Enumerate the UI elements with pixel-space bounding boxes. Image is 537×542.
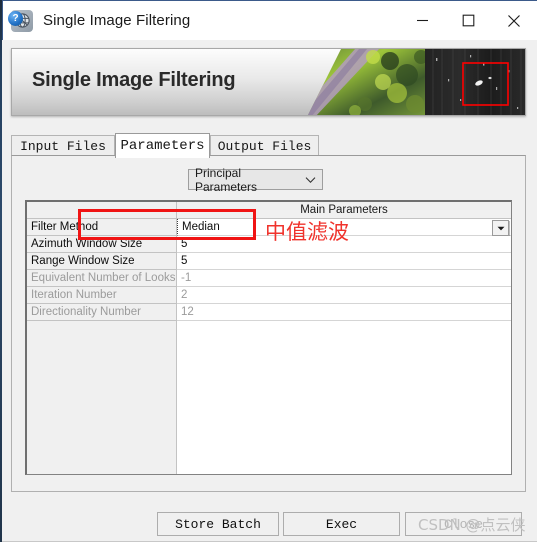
param-name-equivalent-number-of-looks: Equivalent Number of Looks xyxy=(27,270,177,287)
tab-label: Input Files xyxy=(20,138,106,154)
param-value-iteration-number: 2 xyxy=(177,287,511,304)
table-row[interactable]: Range Window Size 5 xyxy=(27,253,511,270)
chevron-down-icon[interactable] xyxy=(492,220,509,236)
tab-strip: Input Files Parameters Output Files xyxy=(11,133,526,158)
tab-label: Output Files xyxy=(217,138,312,154)
parameter-mode-value: Principal Parameters xyxy=(195,165,258,194)
table-row: Iteration Number 2 xyxy=(27,287,511,304)
minimize-icon[interactable] xyxy=(399,1,445,40)
close-button[interactable]: Close xyxy=(405,512,522,536)
table-row: Directionality Number 12 xyxy=(27,304,511,321)
table-header-left xyxy=(27,202,177,218)
annotation-label: 中值滤波 xyxy=(265,220,349,244)
chevron-down-icon xyxy=(305,173,316,187)
title-bar: Single Image Filtering xyxy=(2,0,537,40)
banner-artwork xyxy=(295,49,525,115)
banner-title: Single Image Filtering xyxy=(32,69,236,91)
parameters-panel: Principal Parameters Main Parameters Fil… xyxy=(11,155,526,492)
tab-parameters[interactable]: Parameters xyxy=(115,133,210,158)
exec-label: Exec xyxy=(325,516,358,532)
param-name-filter-method: Filter Method xyxy=(27,219,177,236)
window-controls xyxy=(399,1,537,40)
close-icon[interactable] xyxy=(491,1,537,40)
parameter-mode-select[interactable]: Principal Parameters xyxy=(188,166,323,194)
application-window: Single Image Filtering Single Image Filt… xyxy=(0,0,537,542)
maximize-icon[interactable] xyxy=(445,1,491,40)
exec-button[interactable]: Exec xyxy=(283,512,400,536)
param-value-text: Median xyxy=(182,221,220,233)
table-row: Equivalent Number of Looks -1 xyxy=(27,270,511,287)
param-value-directionality-number: 12 xyxy=(177,304,511,321)
window-title: Single Image Filtering xyxy=(43,12,191,29)
help-icon[interactable]: ? xyxy=(8,11,23,26)
param-name-azimuth-window-size: Azimuth Window Size xyxy=(27,236,177,253)
param-value-equivalent-number-of-looks: -1 xyxy=(177,270,511,287)
param-name-range-window-size: Range Window Size xyxy=(27,253,177,270)
param-name-iteration-number: Iteration Number xyxy=(27,287,177,304)
tab-label: Parameters xyxy=(120,138,205,154)
param-value-range-window-size[interactable]: 5 xyxy=(177,253,511,270)
param-name-directionality-number: Directionality Number xyxy=(27,304,177,321)
window-left-edge xyxy=(0,0,2,542)
banner: Single Image Filtering xyxy=(11,48,526,116)
tab-output-files[interactable]: Output Files xyxy=(210,135,319,156)
table-empty-area xyxy=(27,321,511,474)
store-batch-button[interactable]: Store Batch xyxy=(157,512,279,536)
table-empty-left xyxy=(27,321,177,474)
store-batch-label: Store Batch xyxy=(175,516,261,532)
tab-input-files[interactable]: Input Files xyxy=(11,135,115,156)
close-label: Close xyxy=(443,516,483,532)
table-empty-right xyxy=(177,321,511,474)
